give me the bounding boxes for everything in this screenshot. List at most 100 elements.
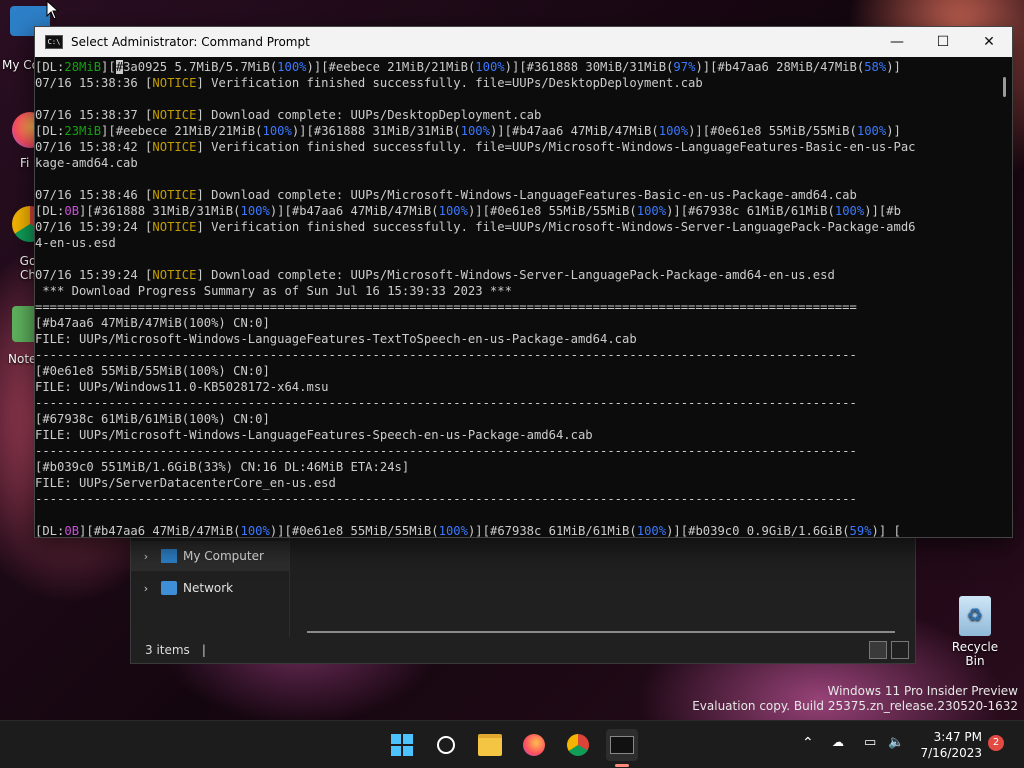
console-text: ] Verification finished successfully. fi…	[196, 220, 916, 234]
vertical-scrollbar[interactable]	[1003, 77, 1006, 97]
console-text: 59%	[849, 524, 872, 538]
details-view-icon[interactable]	[869, 641, 887, 659]
windows-watermark: Windows 11 Pro Insider Preview Evaluatio…	[692, 684, 1018, 714]
maximize-button[interactable]: ☐	[920, 27, 966, 57]
console-text: [DL:	[35, 204, 65, 218]
search-icon	[437, 736, 455, 754]
cmd-icon: C:\	[45, 35, 63, 49]
nav-item-label: Network	[183, 581, 234, 595]
taskbar-clock[interactable]: 3:47 PM 7/16/2023	[912, 729, 982, 761]
horizontal-scrollbar[interactable]	[307, 631, 895, 633]
console-text: )][#0e61e8 55MiB/55MiB(	[688, 124, 857, 138]
console-text: [#67938c 61MiB/61MiB(100%) CN:0]	[35, 412, 270, 426]
console-text: ========================================…	[35, 300, 857, 314]
console-line: 07/16 15:38:46 [NOTICE] Download complet…	[35, 187, 995, 203]
windows-logo-icon	[391, 734, 413, 756]
console-text: 07/16 15:38:42 [	[35, 140, 153, 154]
minimize-button[interactable]: —	[874, 27, 920, 57]
console-text: )][#361888 31MiB/31MiB(	[291, 124, 461, 138]
console-text: )] [	[871, 524, 901, 538]
console-output[interactable]: [DL:28MiB][#3a0925 5.7MiB/5.7MiB(100%)][…	[35, 57, 995, 539]
console-text: )][#361888 30MiB/31MiB(	[504, 60, 674, 74]
console-line: 07/16 15:39:24 [NOTICE] Download complet…	[35, 267, 995, 283]
console-text: kage-amd64.cab	[35, 156, 138, 170]
console-text: [#b47aa6 47MiB/47MiB(100%) CN:0]	[35, 316, 270, 330]
console-line: ----------------------------------------…	[35, 491, 995, 507]
network-icon	[161, 581, 177, 595]
console-text: ----------------------------------------…	[35, 444, 857, 458]
console-line: [#67938c 61MiB/61MiB(100%) CN:0]	[35, 411, 995, 427]
console-line: 4-en-us.esd	[35, 235, 995, 251]
chevron-right-icon[interactable]: ›	[131, 550, 161, 563]
console-text: 58%	[864, 60, 887, 74]
command-prompt-window[interactable]: C:\ Select Administrator: Command Prompt…	[34, 26, 1013, 538]
console-line: [#b039c0 551MiB/1.6GiB(33%) CN:16 DL:46M…	[35, 459, 995, 475]
firefox-icon	[523, 734, 545, 756]
chrome-icon	[567, 734, 589, 756]
console-text: 100%	[438, 204, 468, 218]
chevron-up-icon[interactable]: ⌃	[802, 735, 814, 751]
console-text: 0B	[64, 204, 80, 218]
network-disconnected-icon[interactable]: ☁	[832, 735, 844, 749]
console-text: FILE: UUPs/ServerDatacenterCore_en-us.es…	[35, 476, 336, 490]
console-line: FILE: UUPs/Windows11.0-KB5028172-x64.msu	[35, 379, 995, 395]
recycle-bin-label: Recycle Bin	[951, 640, 999, 668]
console-text: ----------------------------------------…	[35, 348, 857, 362]
start-button[interactable]	[386, 729, 418, 761]
watermark-edition: Windows 11 Pro Insider Preview	[827, 684, 1018, 698]
notification-badge[interactable]: 2	[988, 735, 1004, 751]
console-text: 07/16 15:38:37 [	[35, 108, 153, 122]
taskbar-chrome[interactable]	[562, 729, 594, 761]
nav-item-my-computer[interactable]: › My Computer	[131, 541, 289, 571]
nav-item-network[interactable]: › Network	[131, 573, 289, 603]
console-text: [DL:	[35, 60, 65, 74]
console-text: 100%	[636, 204, 667, 218]
recycle-bin-icon: ♻	[959, 596, 991, 636]
console-text: 100%	[834, 204, 865, 218]
console-text: NOTICE	[152, 188, 197, 202]
console-line: ========================================…	[35, 299, 995, 315]
desktop-icon-label: Fi	[20, 156, 30, 170]
console-text: 07/16 15:39:24 [	[35, 268, 153, 282]
search-button[interactable]	[430, 729, 462, 761]
console-line: 07/16 15:38:42 [NOTICE] Verification fin…	[35, 139, 995, 155]
display-icon[interactable]: ▭	[864, 735, 876, 750]
volume-icon[interactable]: 🔈	[888, 735, 904, 750]
clock-time: 3:47 PM	[933, 730, 982, 744]
console-text: 100%	[856, 124, 887, 138]
console-text: )][#0e61e8 55MiB/55MiB(	[467, 204, 637, 218]
console-text: ----------------------------------------…	[35, 492, 857, 506]
console-text: 3a0925 5.7MiB/5.7MiB(	[123, 60, 278, 74]
console-text: ] Download complete: UUPs/DesktopDeploym…	[196, 108, 542, 122]
item-count: 3 items	[145, 643, 190, 657]
taskbar-firefox[interactable]	[518, 729, 550, 761]
console-text: 07/16 15:38:46 [	[35, 188, 153, 202]
close-button[interactable]: ✕	[966, 27, 1012, 57]
desktop-icon-recycle-bin[interactable]: ♻ Recycle Bin	[942, 596, 1008, 668]
pane-divider[interactable]	[289, 537, 290, 637]
console-text: ] Download complete: UUPs/Microsoft-Wind…	[196, 268, 835, 282]
console-text: 97%	[673, 60, 696, 74]
console-text: )][#0e61e8 55MiB/55MiB(	[269, 524, 439, 538]
console-text: 100%	[240, 524, 270, 538]
status-separator: |	[201, 643, 206, 657]
taskbar-file-explorer[interactable]	[474, 729, 506, 761]
taskbar: ⌃ ☁ ▭ 🔈 3:47 PM 7/16/2023 2	[0, 720, 1024, 768]
chevron-right-icon[interactable]: ›	[131, 582, 161, 595]
clock-date: 7/16/2023	[920, 746, 982, 760]
console-line: ----------------------------------------…	[35, 347, 995, 363]
nav-item-label: My Computer	[183, 549, 264, 563]
console-text: )][#b47aa6 47MiB/47MiB(	[269, 204, 439, 218]
console-text: 100%	[636, 524, 667, 538]
console-text: )][#b47aa6 28MiB/47MiB(	[695, 60, 865, 74]
large-icons-view-icon[interactable]	[891, 641, 909, 659]
console-text: )][#b039c0 0.9GiB/1.6GiB(	[666, 524, 850, 538]
window-titlebar[interactable]: C:\ Select Administrator: Command Prompt…	[35, 27, 1012, 57]
console-text: ][#eebece 21MiB/21MiB(	[101, 124, 263, 138]
taskbar-command-prompt[interactable]	[606, 729, 638, 767]
console-line: FILE: UUPs/Microsoft-Windows-LanguageFea…	[35, 331, 995, 347]
console-text: )][#b47aa6 47MiB/47MiB(	[489, 124, 659, 138]
console-line: [DL:28MiB][#3a0925 5.7MiB/5.7MiB(100%)][…	[35, 59, 995, 75]
